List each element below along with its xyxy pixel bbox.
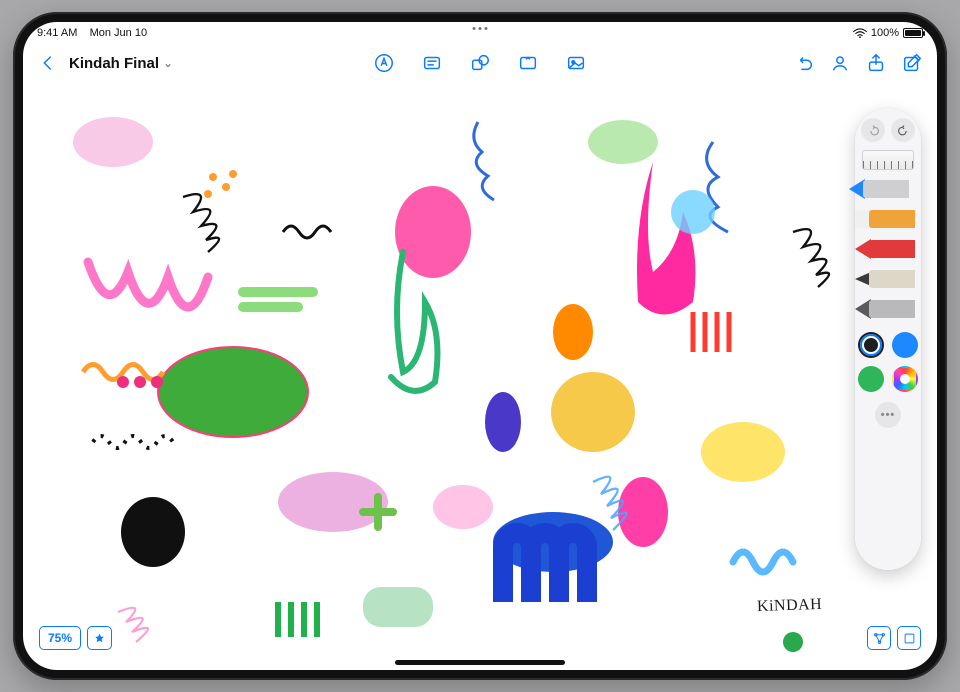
palette-more-button[interactable]: ••• [875,402,901,428]
share-icon [865,52,887,74]
status-right: 100% [853,27,923,39]
tool-list [861,176,915,322]
multitask-indicator[interactable] [473,27,488,30]
screen: 9:41 AM Mon Jun 10 100% Kindah Final ⌄ [23,22,937,670]
color-swatches [858,332,918,392]
textbox-button[interactable] [417,48,447,78]
undo-button[interactable] [789,48,819,78]
back-button[interactable] [33,48,63,78]
tool-crayon[interactable] [855,236,915,262]
battery-icon [903,28,923,38]
toolbar-left: Kindah Final ⌄ [33,48,173,78]
redo-arrow-icon [897,124,910,137]
document-title: Kindah Final [69,55,159,72]
zoom-level-button[interactable]: 75% [39,626,81,650]
textbox-icon [421,52,443,74]
zoom-label: 75% [48,631,72,645]
status-bar: 9:41 AM Mon Jun 10 100% [23,22,937,44]
collaborate-icon [829,52,851,74]
chevron-down-icon: ⌄ [163,56,173,70]
tool-pen[interactable] [849,176,909,202]
palette-redo-button[interactable] [891,118,915,142]
bottom-right-controls [867,626,921,650]
document-title-button[interactable]: Kindah Final ⌄ [69,55,173,72]
media-icon [565,52,587,74]
toolbar-center [369,48,591,78]
wifi-icon [853,28,867,39]
undo-arrow-icon [867,124,880,137]
shapes-button[interactable] [465,48,495,78]
palette-undo-button[interactable] [861,118,885,142]
markup-button[interactable] [369,48,399,78]
navigator-icon [872,631,887,646]
tool-marker[interactable] [855,206,915,232]
color-black[interactable] [858,332,884,358]
table-button[interactable] [513,48,543,78]
color-blue[interactable] [892,332,918,358]
status-date: Mon Jun 10 [90,27,147,39]
compose-button[interactable] [897,48,927,78]
status-left: 9:41 AM Mon Jun 10 [37,27,147,39]
shapes-icon [469,52,491,74]
drawing-palette[interactable]: ••• [855,108,921,570]
zoom-fit-icon [902,631,917,646]
navigator-button[interactable] [867,626,891,650]
tool-fountain-pen[interactable] [855,296,915,322]
collaborate-button[interactable] [825,48,855,78]
markup-icon [373,52,395,74]
share-button[interactable] [861,48,891,78]
star-icon [93,632,106,645]
artwork-signature: KiNDAH [756,596,822,616]
favorites-button[interactable] [87,626,112,650]
color-green[interactable] [858,366,884,392]
toolbar-right [789,48,927,78]
table-icon [517,52,539,74]
compose-icon [901,52,923,74]
ipad-frame: 9:41 AM Mon Jun 10 100% Kindah Final ⌄ [13,12,947,680]
chevron-left-icon [37,52,59,74]
color-picker-button[interactable] [892,366,918,392]
app-toolbar: Kindah Final ⌄ [23,44,937,82]
home-indicator[interactable] [395,660,565,665]
ruler-tool[interactable] [862,150,914,170]
tool-pencil[interactable] [855,266,915,292]
media-button[interactable] [561,48,591,78]
zoom-fit-button[interactable] [897,626,921,650]
status-time: 9:41 AM [37,27,77,39]
battery-percent: 100% [871,27,899,39]
undo-icon [793,52,815,74]
bottom-left-controls: 75% [39,626,112,650]
